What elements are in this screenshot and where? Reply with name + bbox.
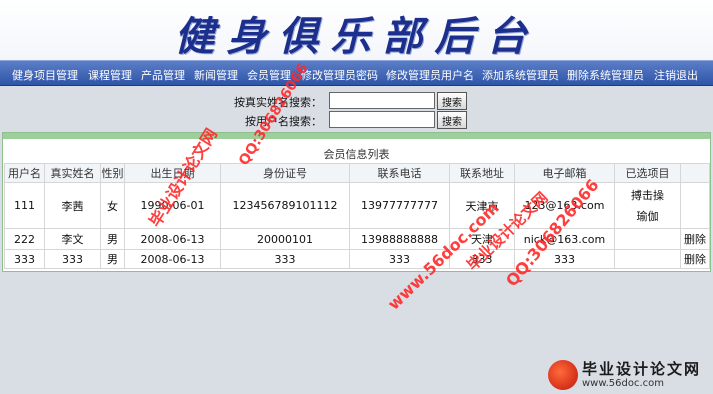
realname-search-input[interactable] (329, 92, 435, 109)
cell-id-number: 20000101 (220, 228, 350, 250)
cell-selected-projects (614, 228, 681, 250)
panel-header-bar (3, 133, 710, 139)
cell-id-number: 333 (220, 249, 350, 269)
cell-username: 333 (4, 249, 45, 269)
member-list-panel: 会员信息列表 用户名 真实姓名 性别 出生日期 身份证号 联系电话 联系地址 电… (2, 132, 711, 272)
nav-fitness-projects[interactable]: 健身项目管理 (12, 67, 78, 83)
col-selected-projects: 已选项目 (614, 163, 681, 183)
table-row: 333 333 男 2008-06-13 333 333 333 333 删除 (4, 249, 710, 269)
nav-logout[interactable]: 注销退出 (654, 67, 698, 83)
col-email: 电子邮箱 (514, 163, 615, 183)
logo-icon (548, 360, 578, 390)
col-realname: 真实姓名 (44, 163, 101, 183)
nav-change-admin-password[interactable]: 修改管理员密码 (301, 67, 378, 83)
col-address: 联系地址 (449, 163, 515, 183)
nav-delete-admin[interactable]: 删除系统管理员 (567, 67, 644, 83)
cell-gender: 男 (100, 228, 125, 250)
cell-gender: 女 (100, 182, 125, 229)
cell-username: 222 (4, 228, 45, 250)
table-header-row: 用户名 真实姓名 性别 出生日期 身份证号 联系电话 联系地址 电子邮箱 已选项… (4, 163, 710, 183)
nav-courses[interactable]: 课程管理 (88, 67, 132, 83)
cell-username: 111 (4, 182, 45, 229)
panel-title: 会员信息列表 (323, 148, 390, 161)
realname-search-button[interactable]: 搜索 (437, 92, 467, 110)
cell-birthdate: 2008-06-13 (124, 249, 221, 269)
cell-selected-projects (614, 249, 681, 269)
project-item: 瑜伽 (636, 209, 659, 223)
cell-selected-projects: 搏击操 瑜伽 (614, 182, 681, 229)
cell-gender: 男 (100, 249, 125, 269)
cell-realname: 李茜 (44, 182, 101, 229)
project-item: 搏击操 (631, 188, 664, 202)
watermark-logo: 毕业设计论文网 www.56doc.com (548, 358, 710, 392)
col-phone: 联系电话 (349, 163, 450, 183)
banner: 健身俱乐部后台 (0, 0, 713, 60)
col-gender: 性别 (100, 163, 125, 183)
nav-news[interactable]: 新闻管理 (194, 67, 238, 83)
member-table: 用户名 真实姓名 性别 出生日期 身份证号 联系电话 联系地址 电子邮箱 已选项… (4, 163, 710, 269)
cell-realname: 李文 (44, 228, 101, 250)
cell-phone: 13988888888 (349, 228, 450, 250)
nav-change-admin-username[interactable]: 修改管理员用户名 (386, 67, 474, 83)
main-nav: 健身项目管理 课程管理 产品管理 新闻管理 会员管理 修改管理员密码 修改管理员… (0, 60, 713, 86)
logo-title: 毕业设计论文网 (582, 360, 702, 378)
cell-id-number: 123456789101112 (220, 182, 350, 229)
col-username: 用户名 (4, 163, 45, 183)
col-id-number: 身份证号 (220, 163, 350, 183)
username-search-button[interactable]: 搜索 (437, 111, 467, 129)
table-row: 111 李茜 女 1990-06-01 123456789101112 1397… (4, 182, 710, 229)
cell-realname: 333 (44, 249, 101, 269)
panel-header: 会员信息列表 (3, 133, 710, 163)
delete-link[interactable]: 删除 (680, 249, 710, 269)
username-search-input[interactable] (329, 111, 435, 128)
logo-url: www.56doc.com (582, 378, 665, 389)
col-action (680, 163, 710, 183)
delete-link[interactable]: 删除 (680, 228, 710, 250)
nav-add-admin[interactable]: 添加系统管理员 (482, 67, 559, 83)
cell-birthdate: 2008-06-13 (124, 228, 221, 250)
cell-action (680, 182, 710, 229)
search-by-realname: 按真实姓名搜索： 搜索 (0, 92, 713, 110)
site-title: 健身俱乐部后台 (174, 13, 539, 60)
nav-products[interactable]: 产品管理 (141, 67, 185, 83)
table-row: 222 李文 男 2008-06-13 20000101 13988888888… (4, 228, 710, 250)
cell-phone: 13977777777 (349, 182, 450, 229)
search-by-username: 按用户名搜索： 搜索 (0, 111, 713, 129)
